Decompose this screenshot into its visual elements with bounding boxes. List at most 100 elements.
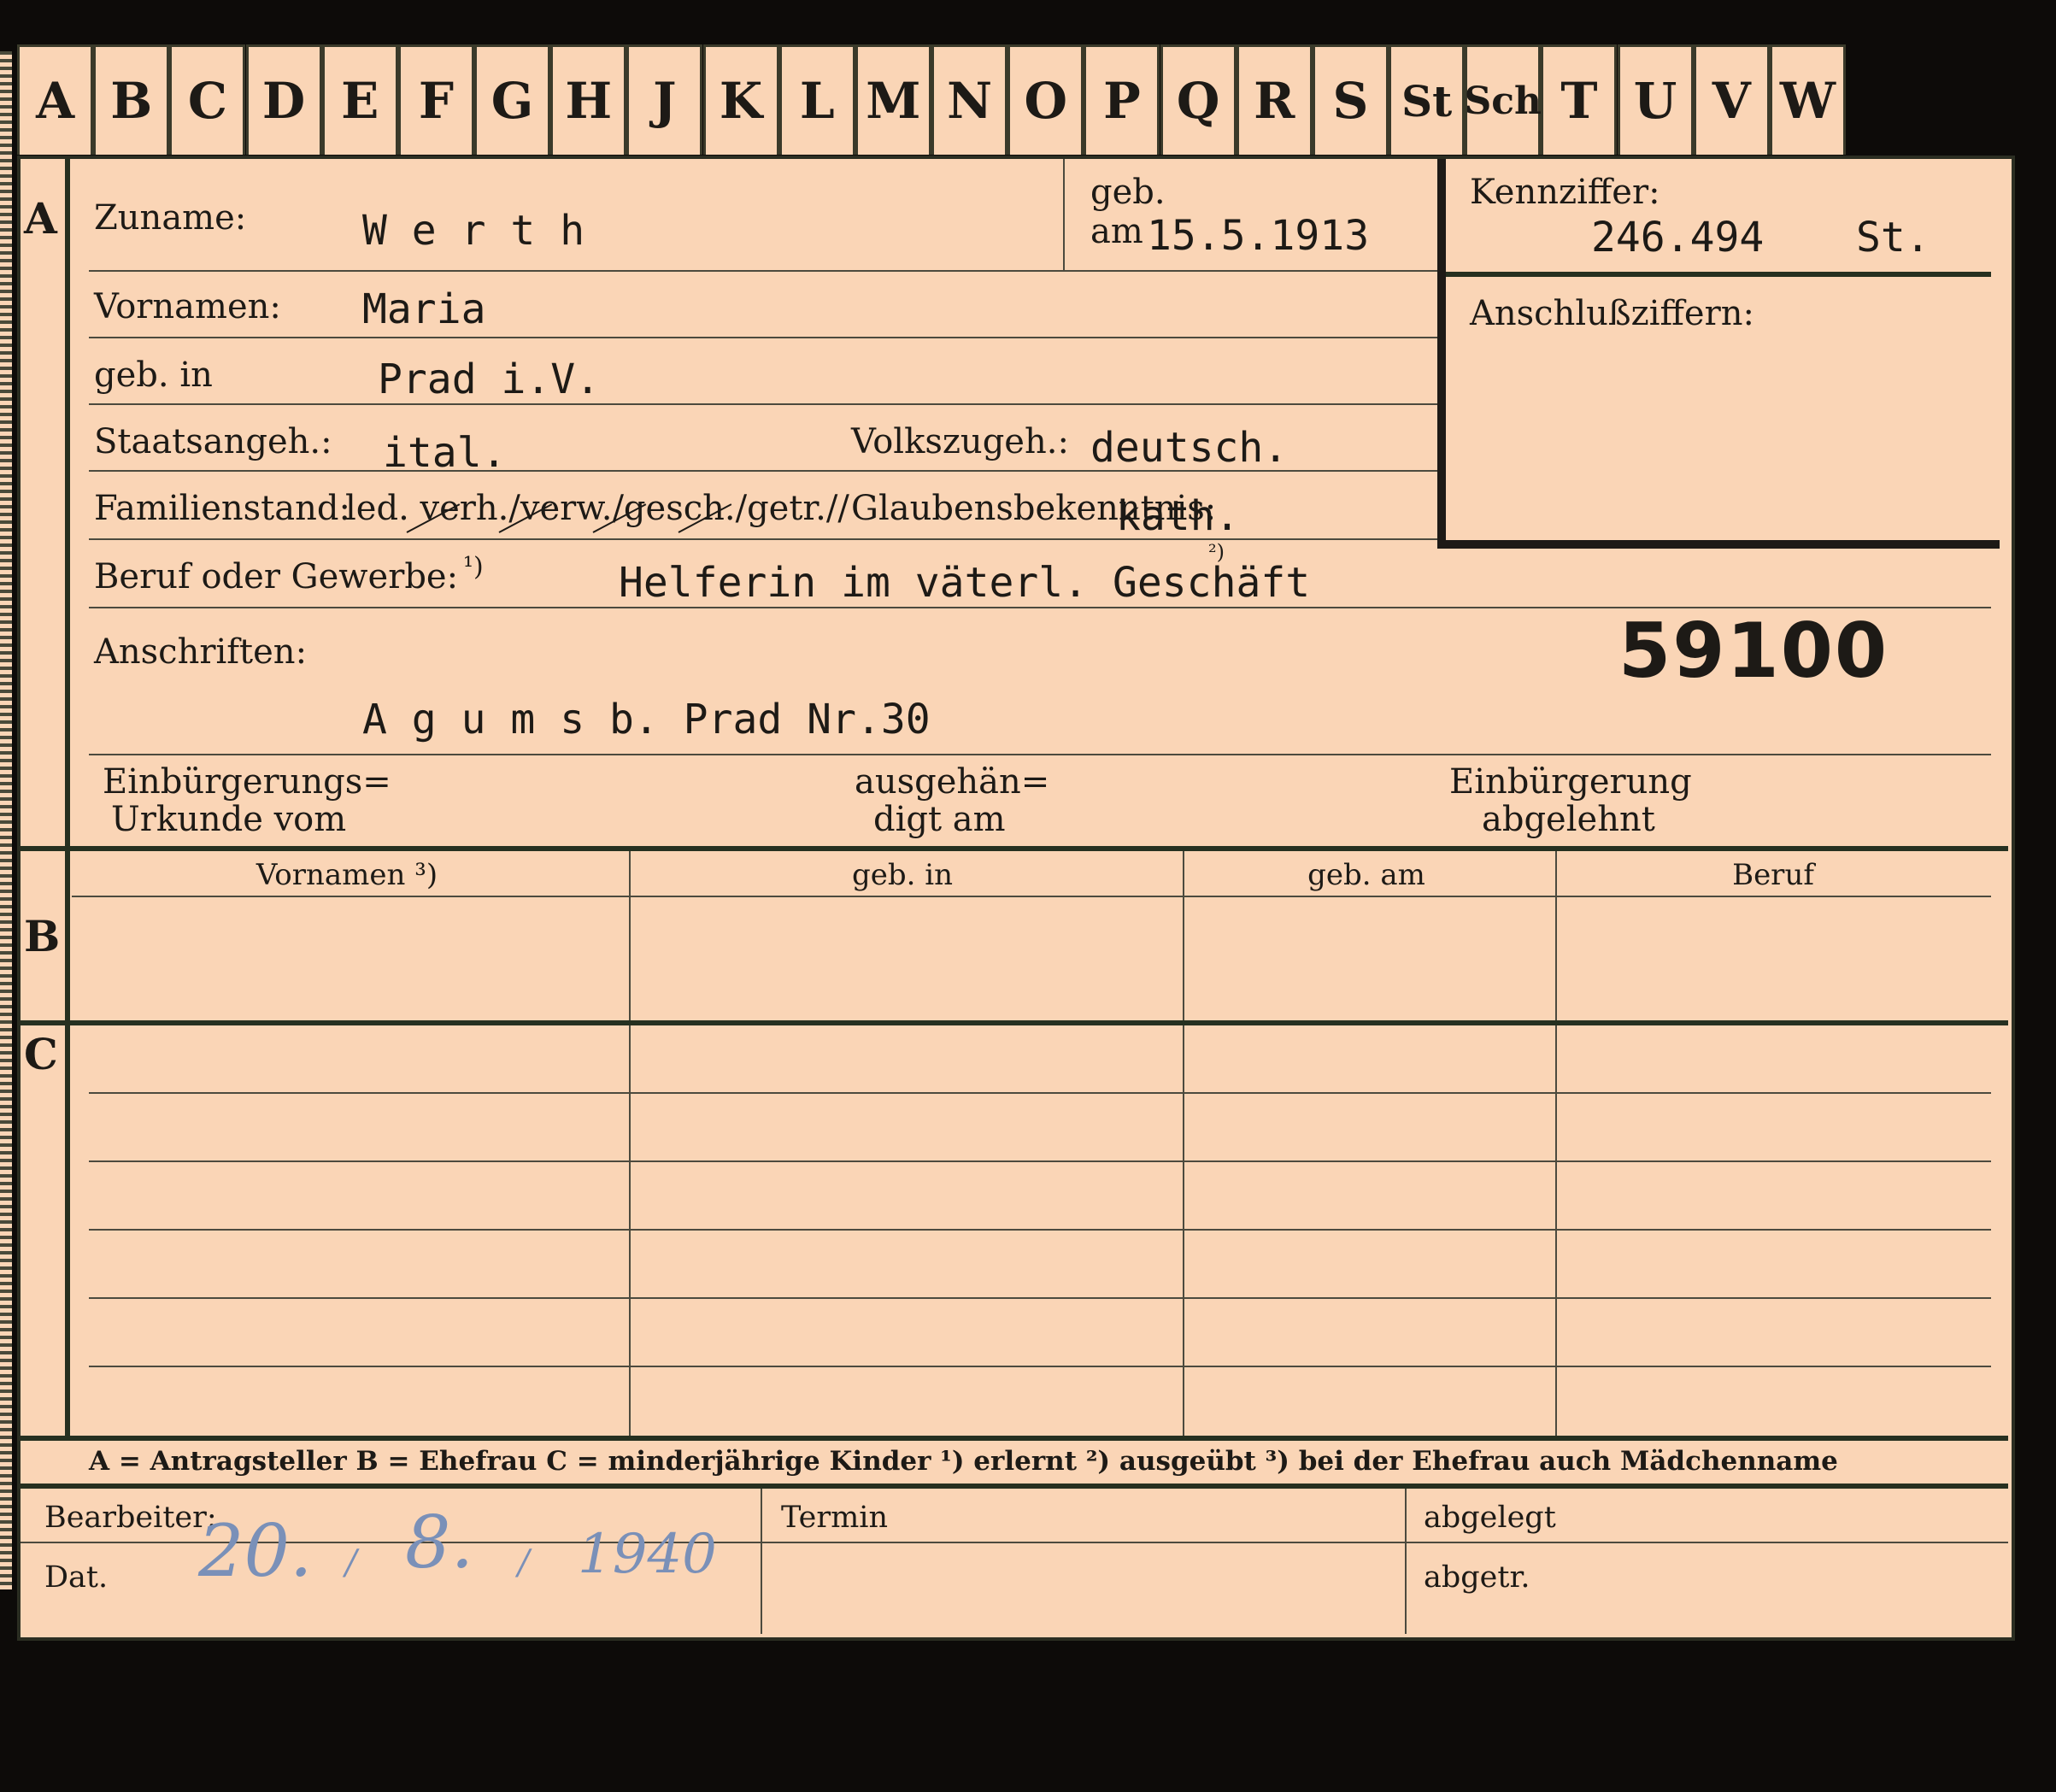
staatsangeh-label: Staatsangeh.:: [94, 422, 332, 461]
date-separator-2: /: [518, 1543, 530, 1583]
header-rule: [72, 896, 1991, 897]
footer-divider: [1405, 1489, 1407, 1634]
index-tab: N: [931, 44, 1008, 155]
beruf-footnote-marker: ¹): [463, 552, 484, 582]
anschriften-label: Anschriften:: [94, 632, 308, 672]
bearbeiter-label: Bearbeiter:: [44, 1501, 217, 1535]
section-letter-b: B: [24, 911, 61, 961]
row-rule: [89, 1092, 1991, 1094]
col-divider: [629, 1025, 631, 1437]
ausgehaendigt-label-1: ausgehän=: [855, 762, 1050, 802]
geb-divider: [1063, 159, 1065, 270]
index-tab: L: [778, 44, 855, 155]
familienstand-label: Familienstand:: [94, 489, 350, 528]
registration-card: A Kennziffer: 246.494 St. Anschlußziffer…: [17, 156, 2015, 1641]
row-rule: [89, 538, 1437, 540]
anschrift-value: A g u m s b. Prad Nr.30: [362, 696, 931, 743]
section-b-bottom-rule: [21, 1020, 2008, 1025]
index-tab: A: [17, 44, 94, 155]
zuname-label: Zuname:: [94, 198, 247, 238]
footer-rule: [21, 1542, 2008, 1543]
date-month: 8.: [405, 1501, 474, 1584]
beruf-label: Beruf oder Gewerbe:: [94, 557, 459, 596]
date-day: 20.: [198, 1509, 313, 1593]
am-label: am: [1090, 212, 1143, 251]
footer-divider: [761, 1489, 762, 1634]
index-tab: D: [245, 44, 322, 155]
index-tab: U: [1617, 44, 1694, 155]
row-rule: [89, 1297, 1991, 1299]
index-tab: Q: [1160, 44, 1237, 155]
date-separator-1: /: [345, 1543, 357, 1583]
section-c-bottom-rule: [21, 1436, 2008, 1441]
index-tab: W: [1769, 44, 1846, 155]
index-tab: H: [550, 44, 627, 155]
termin-label: Termin: [781, 1501, 888, 1535]
alphabet-index-tabs: A B C D E F G H J K L M N O P Q R S St Sch T U V W: [17, 44, 1846, 156]
col-divider: [1555, 1025, 1557, 1437]
einbuergerung-abgelehnt-label-2: abgelehnt: [1482, 800, 1655, 839]
index-tab: T: [1541, 44, 1618, 155]
row-rule: [89, 1229, 1991, 1231]
abgetr-label: abgetr.: [1424, 1560, 1530, 1595]
date-year: 1940: [578, 1523, 717, 1586]
section-a-left-rule: [65, 159, 70, 1278]
col-header-beruf: Beruf: [1732, 858, 1814, 892]
perforation-edge: [0, 51, 12, 1589]
index-tab: C: [169, 44, 246, 155]
anschlussziffern-label: Anschlußziffern:: [1470, 294, 1754, 333]
einbuergerung-abgelehnt-label-1: Einbürgerung: [1449, 762, 1692, 802]
geb-in-label: geb. in: [94, 355, 213, 395]
volkszugeh-value: deutsch.: [1090, 424, 1289, 472]
dat-label: Dat.: [44, 1560, 109, 1595]
einbuergerung-urkunde-label-1: Einbürgerungs=: [103, 762, 391, 802]
index-tab: K: [702, 44, 779, 155]
kennziffer-value: 246.494: [1591, 214, 1765, 261]
glaubensbekenntnis-value: kath.: [1116, 492, 1240, 540]
beruf-value-footnote: ²): [1208, 540, 1225, 564]
geb-am-value: 15.5.1913: [1147, 212, 1370, 260]
index-tab: St: [1389, 44, 1466, 155]
legend-bottom-rule: [21, 1484, 2008, 1489]
kennziffer-suffix: St.: [1856, 214, 1930, 261]
familienstand-options: led. verh./verw./gesch./getr.//: [345, 489, 849, 528]
col-header-vornamen: Vornamen ³): [256, 858, 438, 892]
index-tab: M: [855, 44, 931, 155]
index-tab: P: [1084, 44, 1160, 155]
row-rule: [89, 270, 1437, 272]
section-letter-c: C: [24, 1029, 58, 1079]
index-tab: O: [1007, 44, 1084, 155]
beruf-value: Helferin im väterl. Geschäft: [619, 559, 1311, 607]
kennziffer-divider: [1446, 272, 1991, 277]
zuname-value: W e r t h: [362, 207, 585, 255]
row-rule: [89, 470, 1437, 472]
col-header-geb-in: geb. in: [851, 858, 954, 892]
ausgehaendigt-label-2: digt am: [873, 800, 1006, 839]
index-tab: F: [397, 44, 474, 155]
legend: A = Antragsteller B = Ehefrau C = minder…: [89, 1446, 1838, 1477]
index-tab: V: [1693, 44, 1770, 155]
vornamen-label: Vornamen:: [94, 287, 281, 326]
row-rule: [89, 403, 1437, 405]
row-rule: [89, 337, 1437, 338]
geb-in-value: Prad i.V.: [378, 355, 601, 403]
vornamen-value: Maria: [362, 285, 486, 333]
abgelegt-label: abgelegt: [1424, 1501, 1556, 1535]
row-rule: [89, 1366, 1991, 1367]
index-tab: R: [1236, 44, 1313, 155]
index-tab: B: [93, 44, 170, 155]
geb-label: geb.: [1090, 173, 1166, 212]
row-rule: [89, 1160, 1991, 1162]
section-letter-a: A: [24, 193, 57, 244]
file-number: 59100: [1618, 607, 1889, 695]
kennziffer-label: Kennziffer:: [1470, 173, 1660, 212]
index-tab: G: [474, 44, 551, 155]
section-c-left-rule: [65, 1278, 70, 1437]
index-tab: Sch: [1464, 44, 1542, 155]
section-a-bottom-rule: [21, 846, 2008, 851]
index-tab: S: [1312, 44, 1389, 155]
col-divider: [1183, 1025, 1184, 1437]
index-tab: E: [321, 44, 398, 155]
einbuergerung-urkunde-label-2: Urkunde vom: [111, 800, 347, 839]
row-rule: [89, 754, 1991, 755]
